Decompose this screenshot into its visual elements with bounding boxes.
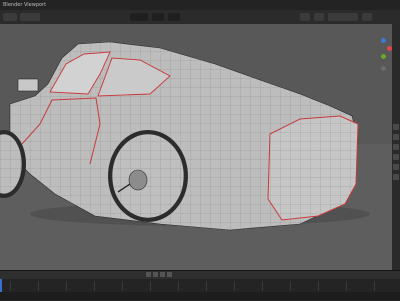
pivot-dropdown[interactable] [152, 13, 164, 21]
jump-start-icon[interactable] [146, 272, 151, 277]
timeline-playhead[interactable] [0, 279, 2, 293]
play-icon[interactable] [160, 272, 165, 277]
rear-wheel-hub [128, 169, 148, 191]
shading-modes[interactable] [328, 13, 358, 21]
navigation-gizmo[interactable] [372, 38, 392, 78]
timeline-header [0, 271, 400, 279]
timeline-ruler[interactable] [0, 279, 400, 293]
misc-tab-icon[interactable] [393, 164, 399, 170]
zoom-icon[interactable] [381, 66, 386, 71]
car-side-mirror [17, 78, 39, 92]
extra-tab-icon[interactable] [393, 174, 399, 180]
window-title: Blender Viewport [3, 2, 47, 8]
sidebar-tabs [392, 24, 400, 270]
view-tab-icon[interactable] [393, 134, 399, 140]
3d-viewport[interactable] [0, 24, 392, 270]
edit-tab-icon[interactable] [393, 154, 399, 160]
status-bar [0, 292, 400, 300]
top-menu-bar: Blender Viewport [0, 0, 400, 10]
car-model-mesh[interactable] [0, 24, 392, 270]
viewport-header [0, 10, 400, 25]
xray-toggle[interactable] [314, 13, 324, 21]
gizmo-z-icon[interactable] [381, 38, 386, 43]
play-reverse-icon[interactable] [153, 272, 158, 277]
shading-dropdown[interactable] [362, 13, 372, 21]
jump-end-icon[interactable] [167, 272, 172, 277]
item-tab-icon[interactable] [393, 144, 399, 150]
gizmo-y-icon[interactable] [381, 54, 386, 59]
transform-orientation-dropdown[interactable] [130, 13, 148, 21]
editor-type-button[interactable] [3, 13, 17, 21]
overlay-toggle[interactable] [300, 13, 310, 21]
snap-toggle[interactable] [168, 13, 180, 21]
mode-dropdown[interactable] [20, 13, 40, 21]
tool-tab-icon[interactable] [393, 124, 399, 130]
